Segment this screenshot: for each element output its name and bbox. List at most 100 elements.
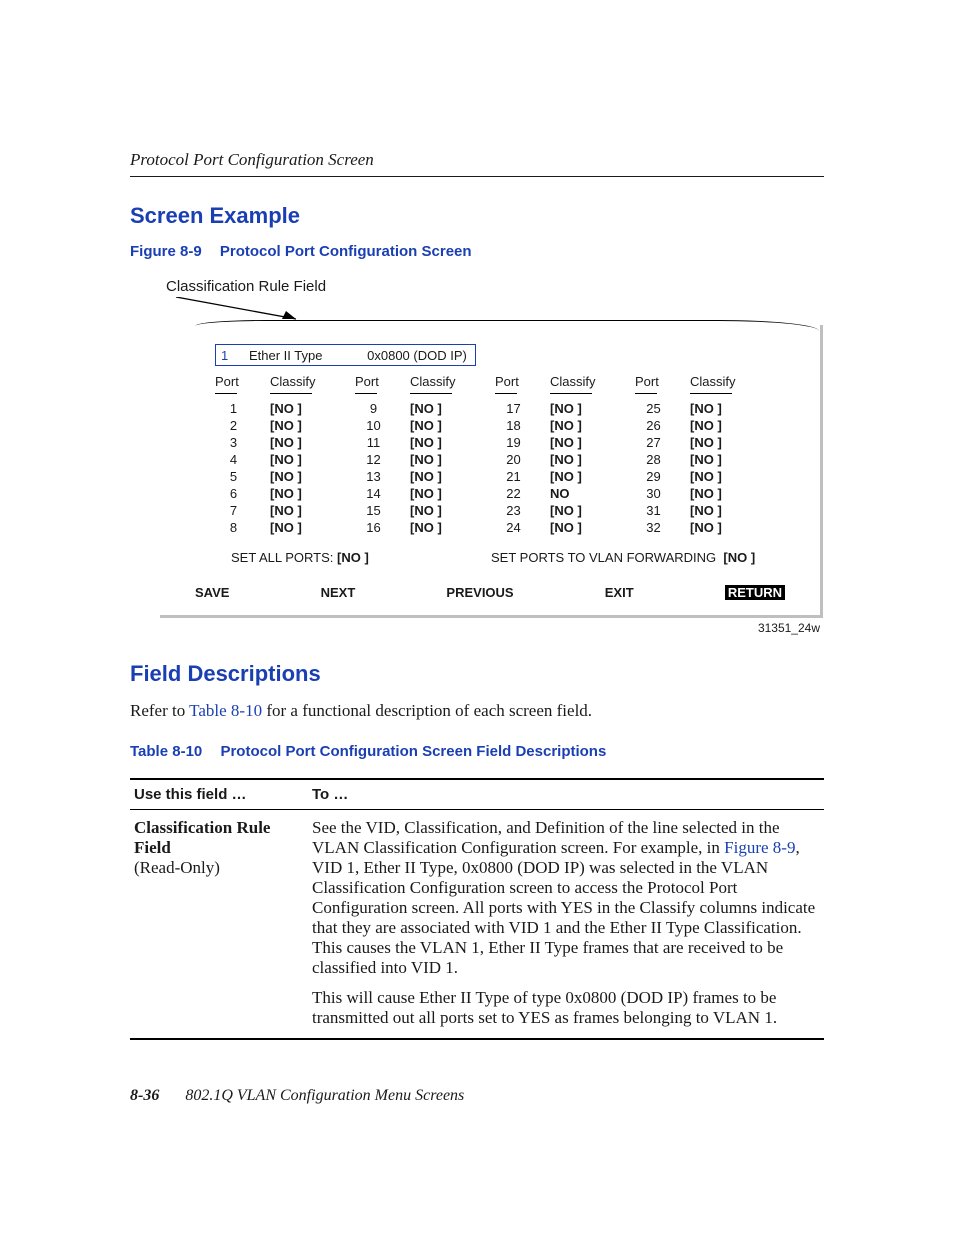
port-number: 32	[635, 519, 690, 536]
section-heading-field-descriptions: Field Descriptions	[130, 661, 824, 687]
port-number: 9	[355, 400, 410, 417]
classify-value[interactable]: [NO ]	[270, 485, 355, 502]
table-8-10-link[interactable]: Table 8-10	[189, 701, 262, 720]
desc-p2: This will cause Ether II Type of type 0x…	[312, 988, 777, 1027]
section-heading-screen-example: Screen Example	[130, 203, 824, 229]
classification-id: 1	[216, 345, 249, 365]
classify-value[interactable]: [NO ]	[270, 502, 355, 519]
port-number: 26	[635, 417, 690, 434]
port-number: 25	[635, 400, 690, 417]
classify-value[interactable]: NO	[550, 485, 635, 502]
classify-value[interactable]: [NO ]	[690, 400, 775, 417]
classify-value[interactable]: [NO ]	[270, 417, 355, 434]
figure-8-9-link[interactable]: Figure 8-9	[724, 838, 795, 857]
port-number: 15	[355, 502, 410, 519]
port-number: 4	[215, 451, 270, 468]
field-descriptions-table: Use this field … To … Classification Rul…	[130, 778, 824, 1040]
table-title: Protocol Port Configuration Screen Field…	[220, 743, 606, 760]
col-header-classify: Classify	[550, 372, 635, 391]
classify-value[interactable]: [NO ]	[690, 485, 775, 502]
classify-value[interactable]: [NO ]	[690, 434, 775, 451]
col-header-classify: Classify	[690, 372, 775, 391]
classify-value[interactable]: [NO ]	[410, 468, 495, 485]
port-number: 11	[355, 434, 410, 451]
document-page: Protocol Port Configuration Screen Scree…	[0, 0, 954, 1235]
classify-value[interactable]: [NO ]	[550, 451, 635, 468]
bottom-options: SET ALL PORTS: [NO ] SET PORTS TO VLAN F…	[231, 550, 795, 565]
classify-value[interactable]: [NO ]	[690, 519, 775, 536]
classification-type: Ether II Type	[249, 345, 359, 365]
th-to: To …	[308, 779, 824, 810]
classify-value[interactable]: [NO ]	[270, 400, 355, 417]
figure-number: Figure 8-9	[130, 243, 202, 260]
classify-value[interactable]: [NO ]	[270, 434, 355, 451]
port-number: 20	[495, 451, 550, 468]
classify-value[interactable]: [NO ]	[410, 502, 495, 519]
nav-next[interactable]: NEXT	[321, 585, 356, 600]
port-number: 31	[635, 502, 690, 519]
field-name: Classification Rule Field	[134, 818, 270, 857]
desc-p1-pre: See the VID, Classification, and Definit…	[312, 818, 780, 857]
col-header-port: Port	[635, 372, 690, 391]
table-caption: Table 8-10 Protocol Port Configuration S…	[130, 743, 824, 760]
classify-value[interactable]: [NO ]	[410, 417, 495, 434]
classify-value[interactable]: [NO ]	[410, 519, 495, 536]
port-number: 16	[355, 519, 410, 536]
nav-save[interactable]: SAVE	[195, 585, 229, 600]
classify-value[interactable]: [NO ]	[270, 519, 355, 536]
set-all-ports-value[interactable]: [NO ]	[337, 550, 369, 565]
lead-text-post: for a functional description of each scr…	[262, 701, 592, 720]
port-number: 5	[215, 468, 270, 485]
classify-value[interactable]: [NO ]	[410, 485, 495, 502]
classification-definition: 0x0800 (DOD IP)	[359, 345, 475, 365]
classify-value[interactable]: [NO ]	[690, 502, 775, 519]
classify-value[interactable]: [NO ]	[270, 468, 355, 485]
classify-value[interactable]: [NO ]	[410, 451, 495, 468]
classify-value[interactable]: [NO ]	[270, 451, 355, 468]
header-underline	[270, 393, 312, 394]
classify-value[interactable]: [NO ]	[550, 468, 635, 485]
col-header-classify: Classify	[270, 372, 355, 391]
port-number: 29	[635, 468, 690, 485]
classify-value[interactable]: [NO ]	[550, 519, 635, 536]
classify-value[interactable]: [NO ]	[550, 502, 635, 519]
header-underline	[635, 393, 657, 394]
header-underline	[550, 393, 592, 394]
port-number: 7	[215, 502, 270, 519]
port-number: 22	[495, 485, 550, 502]
classify-value[interactable]: [NO ]	[690, 451, 775, 468]
classify-value[interactable]: [NO ]	[550, 400, 635, 417]
nav-return[interactable]: RETURN	[725, 585, 785, 600]
port-number: 8	[215, 519, 270, 536]
header-underline	[690, 393, 732, 394]
port-number: 23	[495, 502, 550, 519]
classify-value[interactable]: [NO ]	[410, 400, 495, 417]
set-all-ports-label: SET ALL PORTS:	[231, 550, 333, 565]
port-number: 10	[355, 417, 410, 434]
figure-frame: 1 Ether II Type 0x0800 (DOD IP) PortClas…	[160, 325, 820, 615]
port-number: 30	[635, 485, 690, 502]
col-header-classify: Classify	[410, 372, 495, 391]
classification-rule-box: 1 Ether II Type 0x0800 (DOD IP)	[215, 344, 476, 366]
lead-text-pre: Refer to	[130, 701, 189, 720]
classify-value[interactable]: [NO ]	[690, 468, 775, 485]
classify-value[interactable]: [NO ]	[690, 417, 775, 434]
header-rule	[130, 176, 824, 177]
port-table: PortClassifyPortClassifyPortClassifyPort…	[215, 372, 795, 536]
port-number: 19	[495, 434, 550, 451]
classify-value[interactable]: [NO ]	[410, 434, 495, 451]
nav-previous[interactable]: PREVIOUS	[446, 585, 513, 600]
page-footer: 8-36 802.1Q VLAN Configuration Menu Scre…	[130, 1087, 464, 1105]
page-number: 8-36	[130, 1087, 159, 1104]
nav-exit[interactable]: EXIT	[605, 585, 634, 600]
footer-title: 802.1Q VLAN Configuration Menu Screens	[185, 1087, 464, 1104]
figure-nav-bar: SAVE NEXT PREVIOUS EXIT RETURN	[195, 585, 785, 600]
col-header-port: Port	[495, 372, 550, 391]
port-number: 17	[495, 400, 550, 417]
port-number: 21	[495, 468, 550, 485]
set-vlan-forwarding-value[interactable]: [NO ]	[723, 550, 755, 565]
col-header-port: Port	[355, 372, 410, 391]
classify-value[interactable]: [NO ]	[550, 417, 635, 434]
classify-value[interactable]: [NO ]	[550, 434, 635, 451]
port-number: 14	[355, 485, 410, 502]
